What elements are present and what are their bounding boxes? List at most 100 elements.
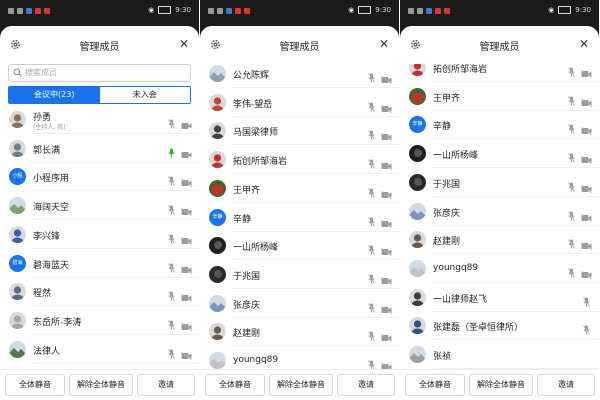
camera-off-icon[interactable] (381, 69, 392, 88)
mute-all-button[interactable]: 全体静音 (405, 374, 465, 396)
member-row[interactable]: 李兴锋 (0, 221, 199, 249)
search-input[interactable]: 搜索成员 (8, 64, 191, 82)
member-row[interactable]: 赵建刚 (400, 226, 599, 255)
member-row[interactable]: 程然 (0, 278, 199, 307)
mic-muted-icon[interactable] (568, 119, 575, 138)
mute-all-button[interactable]: 全体静音 (205, 374, 265, 396)
camera-off-icon[interactable] (381, 327, 392, 346)
camera-off-icon[interactable] (381, 155, 392, 174)
member-row[interactable]: 一山律师赵飞 (400, 284, 599, 312)
member-row[interactable]: 东岳所-李涛 (0, 307, 199, 335)
mic-muted-icon[interactable] (368, 68, 375, 87)
mic-muted-icon[interactable] (168, 315, 175, 334)
member-row[interactable]: 辛静 辛静 (200, 204, 399, 232)
mic-muted-icon[interactable] (168, 258, 175, 277)
member-row[interactable]: 孙勇 (主持人, 我) (0, 106, 199, 134)
mic-muted-icon[interactable] (168, 171, 175, 190)
member-row[interactable]: 碧海 碧海蓝天 (0, 250, 199, 278)
mic-muted-icon[interactable] (568, 263, 575, 282)
camera-off-icon[interactable] (581, 207, 592, 226)
mic-muted-icon[interactable] (368, 212, 375, 231)
mic-muted-icon[interactable] (568, 234, 575, 253)
mic-muted-icon[interactable] (368, 240, 375, 259)
camera-off-icon[interactable] (381, 126, 392, 145)
camera-off-icon[interactable] (581, 92, 592, 111)
member-row[interactable]: youngq89 (400, 255, 599, 283)
member-row[interactable]: 辛静 辛静 (400, 111, 599, 140)
mic-muted-icon[interactable] (568, 177, 575, 196)
mic-muted-icon[interactable] (368, 355, 375, 369)
member-row[interactable]: 公允陈辉 (200, 64, 399, 88)
unmute-all-button[interactable]: 解除全体静音 (69, 374, 133, 396)
camera-off-icon[interactable] (381, 299, 392, 318)
unmute-all-button[interactable]: 解除全体静音 (269, 374, 333, 396)
close-icon[interactable]: ✕ (179, 37, 189, 51)
mic-muted-icon[interactable] (368, 125, 375, 144)
member-row[interactable]: 李伟-望岳 (200, 89, 399, 117)
camera-icon[interactable] (181, 115, 192, 134)
camera-off-icon[interactable] (381, 184, 392, 203)
mic-muted-icon[interactable] (368, 298, 375, 317)
member-row[interactable]: 法律人 (0, 336, 199, 364)
mic-active-icon[interactable] (168, 143, 175, 162)
camera-icon[interactable] (181, 144, 192, 163)
camera-off-icon[interactable] (181, 201, 192, 220)
camera-off-icon[interactable] (581, 64, 592, 82)
mic-muted-icon[interactable] (568, 64, 575, 81)
mic-muted-icon[interactable] (568, 206, 575, 225)
mic-muted-icon[interactable] (168, 286, 175, 305)
member-row[interactable]: 张祯 (400, 341, 599, 369)
member-row[interactable]: 海阔天空 (0, 192, 199, 221)
camera-off-icon[interactable] (581, 120, 592, 139)
mute-all-button[interactable]: 全体静音 (5, 374, 65, 396)
member-row[interactable]: 马国梁律师 (200, 117, 399, 146)
camera-off-icon[interactable] (181, 172, 192, 191)
camera-off-icon[interactable] (381, 213, 392, 232)
camera-off-icon[interactable] (181, 345, 192, 364)
member-row[interactable]: 拓创所邹海岩 (200, 146, 399, 175)
camera-off-icon[interactable] (581, 264, 592, 283)
camera-off-icon[interactable] (181, 259, 192, 278)
invite-button[interactable]: 邀请 (137, 374, 195, 396)
tab-in-meeting[interactable]: 会议中(23) (9, 87, 100, 103)
mic-muted-icon[interactable] (168, 344, 175, 363)
unmute-all-button[interactable]: 解除全体静音 (469, 374, 533, 396)
mic-muted-icon[interactable] (368, 269, 375, 288)
member-row[interactable]: 于兆国 (400, 169, 599, 197)
member-row[interactable]: 张建磊（圣卓恒律所） (400, 312, 599, 341)
member-row[interactable]: 王甲齐 (400, 83, 599, 111)
member-row[interactable]: 张彦庆 (200, 290, 399, 318)
member-row[interactable]: 一山所杨峰 (400, 140, 599, 169)
camera-off-icon[interactable] (181, 316, 192, 335)
camera-off-icon[interactable] (181, 230, 192, 249)
mic-muted-icon[interactable] (368, 183, 375, 202)
mic-muted-icon[interactable] (168, 200, 175, 219)
camera-off-icon[interactable] (581, 235, 592, 254)
camera-off-icon[interactable] (181, 287, 192, 306)
invite-button[interactable]: 邀请 (337, 374, 395, 396)
member-row[interactable]: 一山所杨峰 (200, 232, 399, 261)
close-icon[interactable]: ✕ (579, 37, 589, 51)
member-row[interactable]: 赵建刚 (200, 318, 399, 347)
mic-muted-icon[interactable] (568, 148, 575, 167)
close-icon[interactable]: ✕ (379, 37, 389, 51)
mic-muted-icon[interactable] (368, 154, 375, 173)
camera-off-icon[interactable] (581, 149, 592, 168)
camera-off-icon[interactable] (381, 356, 392, 369)
camera-off-icon[interactable] (381, 98, 392, 117)
mic-muted-icon[interactable] (368, 326, 375, 345)
camera-off-icon[interactable] (381, 241, 392, 260)
invite-button[interactable]: 邀请 (537, 374, 595, 396)
mic-muted-icon[interactable] (568, 91, 575, 110)
mic-muted-icon[interactable] (368, 97, 375, 116)
camera-off-icon[interactable] (381, 270, 392, 289)
member-row[interactable]: 于兆国 (200, 261, 399, 289)
member-row[interactable]: 郭长满 (0, 135, 199, 163)
mic-muted-icon[interactable] (168, 229, 175, 248)
tab-not-joined[interactable]: 未入会 (99, 87, 190, 103)
member-row[interactable]: 王甲齐 (200, 175, 399, 203)
member-row[interactable]: 张彦庆 (400, 198, 599, 226)
mic-muted-icon[interactable] (583, 320, 590, 339)
member-row[interactable]: 拓创所邹海岩 (400, 64, 599, 82)
mic-muted-icon[interactable] (168, 114, 175, 133)
